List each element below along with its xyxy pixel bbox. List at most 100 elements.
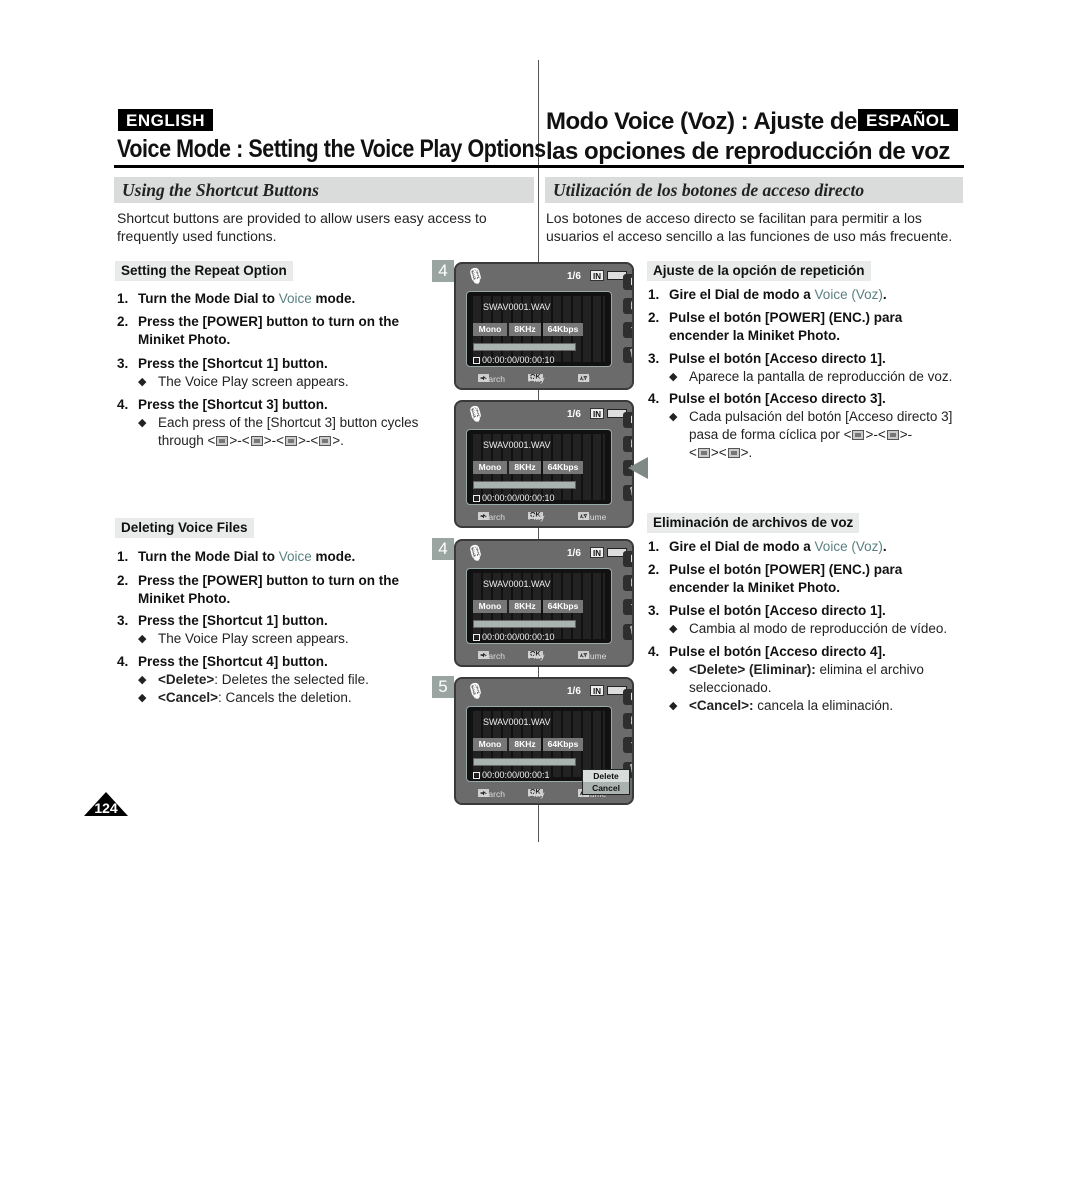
playback-panel: SWAV0001.WAV Mono 8KHz 64Kbps 00:00:00/0… bbox=[466, 429, 612, 505]
microphone-icon: 🎙 bbox=[466, 268, 486, 285]
playback-panel: SWAV0001.WAV Mono 8KHz 64Kbps 00:00:00/0… bbox=[466, 291, 612, 367]
intro-english: Shortcut buttons are provided to allow u… bbox=[117, 210, 487, 244]
section-label-repeat-es: Ajuste de la opción de repetición bbox=[647, 261, 871, 281]
intro-spanish: Los botones de acceso directo se facilit… bbox=[546, 210, 953, 244]
subhead-english: Using the Shortcut Buttons bbox=[114, 177, 534, 203]
delete-button[interactable]: 🗑 bbox=[623, 485, 632, 501]
bullet-3-delete-es: ◆ Cambia al modo de reproducción de víde… bbox=[669, 621, 948, 636]
play-mode-button[interactable]: ▶ bbox=[623, 689, 632, 705]
step-3-repeat-es: 3. Pulse el botón [Acceso directo 1]. bbox=[648, 351, 886, 366]
bullet-4-repeat-en: ◆ Each press of the [Shortcut 3] button … bbox=[138, 415, 419, 448]
progress-bar bbox=[473, 343, 576, 351]
info-button[interactable]: ▤ bbox=[623, 298, 632, 314]
sample-rate: 8KHz bbox=[509, 738, 541, 751]
repeat-checkbox-icon bbox=[473, 495, 480, 502]
repeat-checkbox-icon bbox=[473, 634, 480, 641]
progress-bar bbox=[473, 481, 576, 489]
play-mode-button[interactable]: ▶ bbox=[623, 551, 632, 567]
bullet-icon: ◆ bbox=[138, 633, 147, 645]
internal-memory-icon: IN bbox=[590, 547, 604, 558]
bullet-4-repeat-es: ◆ Cada pulsación del botón [Acceso direc… bbox=[669, 409, 953, 460]
sample-rate: 8KHz bbox=[509, 323, 541, 336]
repeat-button[interactable]: ⟲ bbox=[623, 599, 632, 615]
page-title-english: Voice Mode : Setting the Voice Play Opti… bbox=[117, 135, 546, 163]
internal-memory-icon: IN bbox=[590, 408, 604, 419]
file-name: SWAV0001.WAV bbox=[483, 440, 551, 450]
language-badge-english: ENGLISH bbox=[118, 109, 214, 131]
screen-topbar: 🎙 1/6 IN bbox=[456, 402, 632, 426]
file-counter: 1/6 bbox=[567, 409, 581, 420]
step-4-repeat-en: 4. Press the [Shortcut 3] button. bbox=[117, 397, 328, 412]
delete-button[interactable]: 🗑 bbox=[623, 624, 632, 640]
play-mode-button[interactable]: ▶ bbox=[623, 274, 632, 290]
step-badge: 4 bbox=[432, 260, 454, 282]
section-label-delete-es: Eliminación de archivos de voz bbox=[647, 513, 860, 533]
repeat-checkbox-icon bbox=[473, 357, 480, 364]
screen-topbar: 🎙 1/6 IN bbox=[456, 264, 632, 288]
bullet-icon: ◆ bbox=[669, 664, 678, 676]
step-4-repeat-es: 4. Pulse el botón [Acceso directo 3]. bbox=[648, 391, 886, 406]
bullet-icon: ◆ bbox=[669, 411, 678, 423]
playback-time: 00:00:00/00:00:10 bbox=[473, 493, 555, 503]
bitrate: 64Kbps bbox=[543, 738, 583, 751]
info-button[interactable]: ▤ bbox=[623, 436, 632, 452]
step-badge: 5 bbox=[432, 676, 454, 698]
info-button[interactable]: ▤ bbox=[623, 713, 632, 729]
device-screen: 🎙 1/6 IN SWAV0001.WAV Mono 8KHz 64Kbps 0… bbox=[454, 539, 634, 667]
microphone-icon: 🎙 bbox=[466, 545, 486, 562]
file-counter: 1/6 bbox=[567, 686, 581, 697]
bullet-cancel-es: ◆ <Cancel>: cancela la eliminación. bbox=[669, 698, 894, 713]
step-4-delete-en: 4. Press the [Shortcut 4] button. bbox=[117, 654, 328, 669]
bullet-3-repeat-es: ◆ Aparece la pantalla de reproducción de… bbox=[669, 369, 953, 384]
repeat-one-icon bbox=[250, 436, 263, 446]
screen-bottombar: ◂▸Search OKPlay ▴▾Volume bbox=[478, 651, 607, 661]
audio-mode: Mono bbox=[473, 738, 507, 751]
popup-cancel-option[interactable]: Cancel bbox=[583, 782, 629, 794]
audio-mode: Mono bbox=[473, 461, 507, 474]
repeat-button[interactable]: ⟲ bbox=[623, 737, 632, 753]
section-label-repeat-en: Setting the Repeat Option bbox=[115, 261, 293, 281]
device-screen: 🎙 1/6 IN SWAV0001.WAV Mono 8KHz 64Kbps 0… bbox=[454, 400, 634, 528]
step-1-repeat-es: 1. Gire el Dial de modo a Voice (Voz). bbox=[648, 287, 887, 302]
step-4-delete-es: 4. Pulse el botón [Acceso directo 4]. bbox=[648, 644, 886, 659]
screen-topbar: 🎙 1/6 IN bbox=[456, 541, 632, 565]
bullet-icon: ◆ bbox=[669, 623, 678, 635]
info-button[interactable]: ▤ bbox=[623, 575, 632, 591]
title-rule-english bbox=[114, 165, 538, 168]
delete-button[interactable]: 🗑 bbox=[623, 347, 632, 363]
repeat-all-icon bbox=[216, 436, 229, 446]
file-name: SWAV0001.WAV bbox=[483, 717, 551, 727]
step-3-repeat-en: 3. Press the [Shortcut 1] button. bbox=[117, 356, 328, 371]
audio-mode: Mono bbox=[473, 600, 507, 613]
play-mode-button[interactable]: ▶ bbox=[623, 412, 632, 428]
progress-bar bbox=[473, 620, 576, 628]
step-3-delete-en: 3. Press the [Shortcut 1] button. bbox=[117, 613, 328, 628]
bullet-icon: ◆ bbox=[138, 376, 147, 388]
playback-time: 00:00:00/00:00:10 bbox=[473, 632, 555, 642]
audio-mode: Mono bbox=[473, 323, 507, 336]
device-screen: 🎙 1/6 IN SWAV0001.WAV Mono 8KHz 64Kbps 0… bbox=[454, 262, 634, 390]
file-name: SWAV0001.WAV bbox=[483, 302, 551, 312]
repeat-ab-icon bbox=[284, 436, 297, 446]
screen-bottombar: ◂▸Search OKPlay ▴▾Volume bbox=[478, 512, 607, 522]
bullet-icon: ◆ bbox=[669, 371, 678, 383]
bullet-delete-en: ◆ <Delete>: Deletes the selected file. bbox=[138, 672, 369, 687]
page-number: 124 bbox=[84, 792, 128, 816]
repeat-button[interactable]: ⟲ bbox=[623, 322, 632, 338]
step-1-delete-en: 1. Turn the Mode Dial to Voice mode. bbox=[117, 549, 356, 564]
step-1-repeat-en: 1. Turn the Mode Dial to Voice mode. bbox=[117, 291, 356, 306]
bitrate: 64Kbps bbox=[543, 323, 583, 336]
playback-panel: SWAV0001.WAV Mono 8KHz 64Kbps 00:00:00/0… bbox=[466, 568, 612, 644]
playback-time: 00:00:00/00:00:1 bbox=[473, 770, 550, 780]
popup-delete-option[interactable]: Delete bbox=[583, 770, 629, 782]
step-1-delete-es: 1. Gire el Dial de modo a Voice (Voz). bbox=[648, 539, 887, 554]
repeat-checkbox-icon bbox=[473, 772, 480, 779]
microphone-icon: 🎙 bbox=[466, 406, 486, 423]
file-name: SWAV0001.WAV bbox=[483, 579, 551, 589]
bullet-icon: ◆ bbox=[138, 674, 147, 686]
file-counter: 1/6 bbox=[567, 271, 581, 282]
delete-popup-menu: Delete Cancel bbox=[582, 769, 630, 795]
file-counter: 1/6 bbox=[567, 548, 581, 559]
bullet-delete-es: ◆ <Delete> (Eliminar): elimina el archiv… bbox=[669, 662, 924, 695]
bullet-cancel-en: ◆ <Cancel>: Cancels the deletion. bbox=[138, 690, 352, 705]
